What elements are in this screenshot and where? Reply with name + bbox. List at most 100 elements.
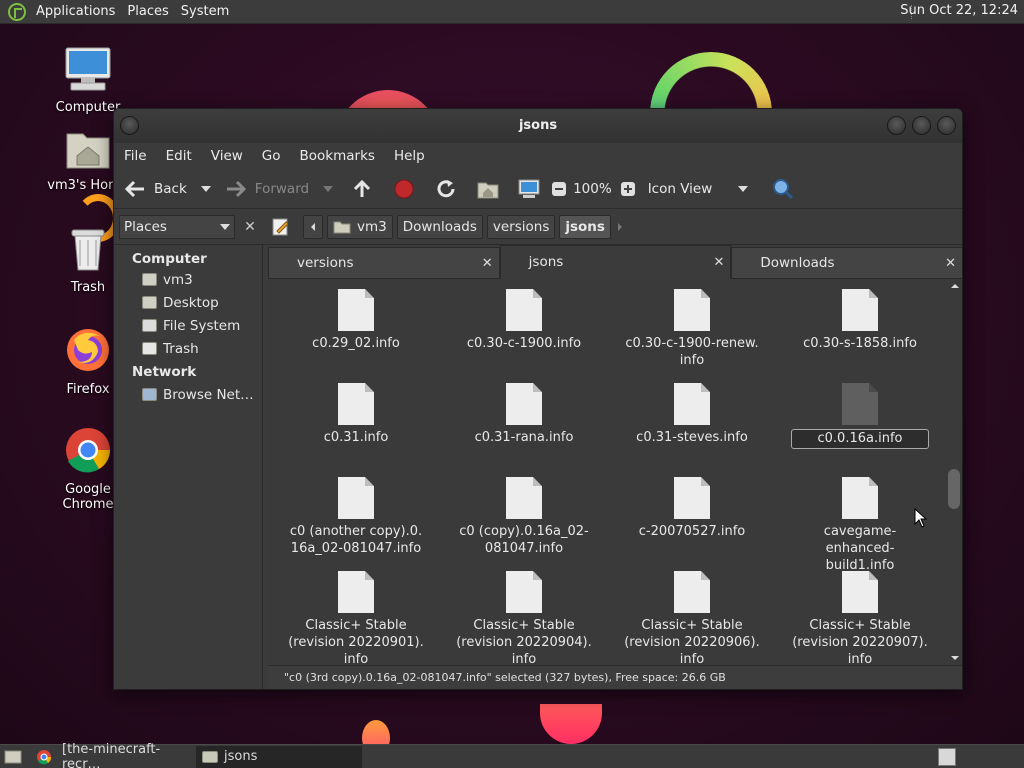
- file-name: Classic+ Stable (revision 20220901). inf…: [288, 618, 424, 665]
- menu-file[interactable]: File: [124, 148, 147, 164]
- desktop-icon-computer[interactable]: Computer: [38, 46, 138, 115]
- menu-view[interactable]: View: [211, 148, 243, 164]
- close-tab-icon[interactable]: ✕: [482, 256, 493, 271]
- close-window-button[interactable]: [937, 116, 956, 135]
- breadcrumb-scroll-left[interactable]: [303, 214, 323, 239]
- scrollbar-thumb[interactable]: [948, 469, 960, 509]
- computer-icon[interactable]: [517, 178, 541, 200]
- close-tab-icon[interactable]: ✕: [713, 255, 724, 270]
- sidebar-item-desktop[interactable]: Desktop: [114, 291, 262, 314]
- sidebar-item-label: vm3: [163, 271, 193, 288]
- maximize-button[interactable]: [912, 116, 931, 135]
- text-file-icon: [338, 383, 374, 425]
- zoom-in-icon[interactable]: [620, 181, 636, 197]
- chrome-icon[interactable]: [36, 749, 52, 765]
- tab-jsons[interactable]: jsons ✕: [499, 245, 732, 279]
- taskbar-item-browser[interactable]: [the-minecraft-recr…: [56, 742, 196, 768]
- scroll-up-icon[interactable]: [948, 281, 962, 291]
- file-item[interactable]: c0.31.info: [286, 383, 426, 446]
- edit-location-icon[interactable]: [271, 217, 291, 237]
- text-file-icon: [506, 383, 542, 425]
- window-title: jsons: [518, 118, 558, 133]
- sidebar-item-browse-network[interactable]: Browse Net…: [114, 383, 262, 406]
- mint-logo-icon[interactable]: [8, 2, 26, 21]
- file-item[interactable]: Classic+ Stable (revision 20220901). inf…: [286, 571, 426, 665]
- file-item[interactable]: cavegame-enhanced- build1.info: [790, 477, 930, 574]
- forward-button[interactable]: Forward: [225, 179, 309, 199]
- places-sidebar: Computer vm3 Desktop File System Trash N…: [114, 245, 263, 689]
- applications-menu[interactable]: Applications: [32, 4, 123, 19]
- side-pane-selector[interactable]: Places: [119, 214, 235, 239]
- file-item[interactable]: Classic+ Stable (revision 20220906). inf…: [622, 571, 762, 665]
- file-item[interactable]: c0 (another copy).0. 16a_02-081047.info: [286, 477, 426, 557]
- close-side-pane-icon[interactable]: ✕: [239, 215, 261, 239]
- sidebar-item-file-system[interactable]: File System: [114, 314, 262, 337]
- location-bar: Places ✕ vm3 Downloads versions jsons: [114, 209, 962, 245]
- up-arrow-icon[interactable]: [351, 178, 373, 200]
- tab-downloads[interactable]: Downloads ✕: [731, 247, 962, 279]
- view-mode-select[interactable]: Icon View: [648, 181, 748, 197]
- breadcrumb-label: versions: [492, 218, 550, 235]
- close-tab-icon[interactable]: ✕: [945, 256, 956, 271]
- stop-icon[interactable]: [393, 178, 415, 200]
- menu-help[interactable]: Help: [394, 148, 425, 164]
- file-name: Classic+ Stable (revision 20220904). inf…: [456, 618, 592, 665]
- breadcrumb-versions[interactable]: versions: [486, 214, 556, 239]
- file-manager-window: jsons File Edit View Go Bookmarks Help B…: [113, 108, 963, 690]
- places-menu[interactable]: Places: [123, 4, 176, 19]
- file-item[interactable]: c0 (copy).0.16a_02- 081047.info: [454, 477, 594, 557]
- file-item[interactable]: c0.31-steves.info: [622, 383, 762, 446]
- file-item[interactable]: c0.29_02.info: [286, 289, 426, 352]
- minimize-button[interactable]: [887, 116, 906, 135]
- text-file-icon: [674, 477, 710, 519]
- file-item[interactable]: Classic+ Stable (revision 20220907). inf…: [790, 571, 930, 665]
- firefox-icon: [67, 329, 109, 371]
- file-item[interactable]: c-20070527.info: [622, 477, 762, 540]
- file-item[interactable]: c0.30-c-1900-renew. info: [622, 289, 762, 369]
- chevron-right-icon[interactable]: [615, 222, 625, 232]
- forward-history-dropdown[interactable]: [323, 185, 334, 192]
- breadcrumb-downloads[interactable]: Downloads: [396, 214, 483, 239]
- back-history-dropdown[interactable]: [200, 185, 211, 192]
- file-item[interactable]: c0.31-rana.info: [454, 383, 594, 446]
- reload-icon[interactable]: [435, 178, 457, 200]
- tab-versions[interactable]: versions ✕: [268, 247, 500, 279]
- clock[interactable]: Sun Oct 22, 12:24: [900, 3, 1018, 18]
- sidebar-item-label: File System: [163, 317, 241, 334]
- workspace-switcher[interactable]: [938, 748, 956, 766]
- menu-edit[interactable]: Edit: [166, 148, 192, 164]
- text-file-icon: [506, 571, 542, 613]
- file-item-renaming[interactable]: c0.0.16a.info: [790, 383, 930, 449]
- file-name: c0 (copy).0.16a_02- 081047.info: [459, 524, 589, 556]
- file-name: c0.30-c-1900-renew. info: [625, 336, 759, 368]
- file-name: c0.31.info: [323, 430, 389, 445]
- zoom-out-icon[interactable]: [551, 181, 567, 197]
- file-item[interactable]: c0.30-s-1858.info: [790, 289, 930, 352]
- show-desktop-icon[interactable]: [4, 749, 22, 765]
- file-name: Classic+ Stable (revision 20220906). inf…: [624, 618, 760, 665]
- taskbar-item-jsons[interactable]: jsons: [196, 745, 362, 768]
- sidebar-item-vm3[interactable]: vm3: [114, 268, 262, 291]
- home-icon[interactable]: [477, 179, 499, 199]
- file-item[interactable]: Classic+ Stable (revision 20220904). inf…: [454, 571, 594, 665]
- tab-label: versions: [297, 255, 354, 271]
- toolbar: Back Forward 100% Icon View: [114, 169, 962, 209]
- scroll-down-icon[interactable]: [948, 653, 962, 663]
- computer-icon: [65, 47, 111, 91]
- system-menu[interactable]: System: [177, 4, 237, 19]
- rename-input[interactable]: c0.0.16a.info: [791, 429, 929, 449]
- window-titlebar[interactable]: jsons: [114, 109, 962, 143]
- text-file-icon: [842, 289, 878, 331]
- menu-bookmarks[interactable]: Bookmarks: [300, 148, 375, 164]
- text-file-icon: [674, 383, 710, 425]
- window-menu-button[interactable]: [120, 116, 139, 135]
- file-item[interactable]: c0.30-c-1900.info: [454, 289, 594, 352]
- tab-bar: versions ✕ jsons ✕ Downloads ✕: [268, 245, 962, 279]
- menu-go[interactable]: Go: [262, 148, 281, 164]
- file-name: c0.30-s-1858.info: [803, 336, 917, 351]
- search-icon[interactable]: [772, 178, 794, 200]
- breadcrumb-jsons[interactable]: jsons: [559, 214, 611, 239]
- sidebar-item-trash[interactable]: Trash: [114, 337, 262, 360]
- back-button[interactable]: Back: [124, 179, 187, 199]
- breadcrumb-vm3[interactable]: vm3: [327, 214, 393, 239]
